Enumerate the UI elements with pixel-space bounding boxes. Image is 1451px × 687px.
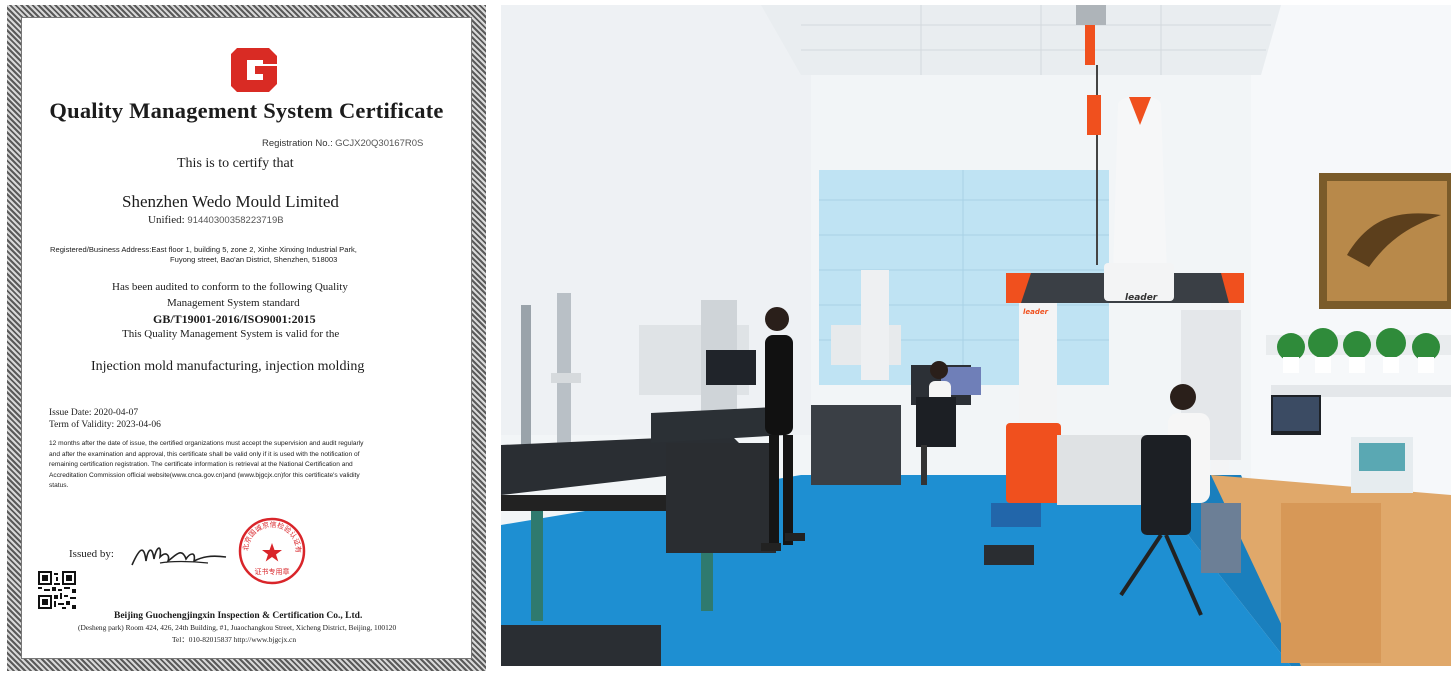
notice-line: 12 months after the date of issue, the c… (49, 440, 364, 447)
valid-for-line: This Quality Management System is valid … (122, 328, 340, 340)
audit-line-2: Management System standard (167, 297, 300, 309)
issued-by-label: Issued by: (69, 548, 114, 560)
validity-notice: 12 months after the date of issue, the c… (49, 439, 363, 492)
certify-line: This is to certify that (177, 156, 294, 171)
address-line-2: Fuyong street, Bao'an District, Shenzhen… (170, 255, 338, 264)
certification-logo-icon (231, 48, 277, 92)
registration-number: Registration No.: GCJX20Q30167R0S (262, 138, 424, 149)
signature-icon (131, 547, 227, 566)
certificate-title: Quality Management System Certificate (49, 98, 444, 123)
issue-date: Issue Date: 2020-04-07 (49, 408, 139, 418)
term-of-validity: Term of Validity: 2023-04-06 (49, 420, 161, 430)
notice-line: Accreditation Commission official websit… (49, 471, 360, 479)
unified-code: Unified: 91440300358223719B (148, 214, 284, 226)
notice-line: status. (49, 482, 69, 489)
notice-line: remaining certification registration. Th… (49, 461, 353, 468)
ceiling (761, 5, 1281, 75)
svg-text:leader: leader (1125, 293, 1158, 303)
svg-text:证书专用章: 证书专用章 (255, 567, 290, 576)
svg-text:leader: leader (1023, 308, 1049, 316)
standard-code: GB/T19001-2016/ISO9001:2015 (153, 312, 316, 326)
qr-code-icon (38, 571, 76, 609)
address-block: Registered/Business Address:East floor 1… (50, 245, 357, 254)
issuer-address: (Desheng park) Room 424, 426, 24th Build… (78, 623, 397, 632)
official-seal-icon: 北京国诚京信检验认证有限公司 证书专用章 (237, 516, 306, 585)
quality-lab-photo: leader leader (501, 5, 1451, 666)
notice-line: and after the examination and approval, … (49, 450, 360, 458)
issuer-contact: Tel：010-82015837 http://www.bjgcjx.cn (172, 635, 297, 644)
svg-text:北京国诚京信检验认证有限公司: 北京国诚京信检验认证有限公司 (237, 516, 303, 553)
audit-line-1: Has been audited to conform to the follo… (112, 281, 348, 293)
issuer-name: Beijing Guochengjingxin Inspection & Cer… (114, 611, 363, 621)
certification-scope: Injection mold manufacturing, injection … (91, 359, 365, 374)
certificate-page: Quality Management System Certificate Re… (21, 17, 472, 659)
company-name: Shenzhen Wedo Mould Limited (122, 192, 339, 211)
certificate-frame: Quality Management System Certificate Re… (7, 5, 486, 671)
lab-scene-illustration: leader leader (501, 5, 1451, 666)
